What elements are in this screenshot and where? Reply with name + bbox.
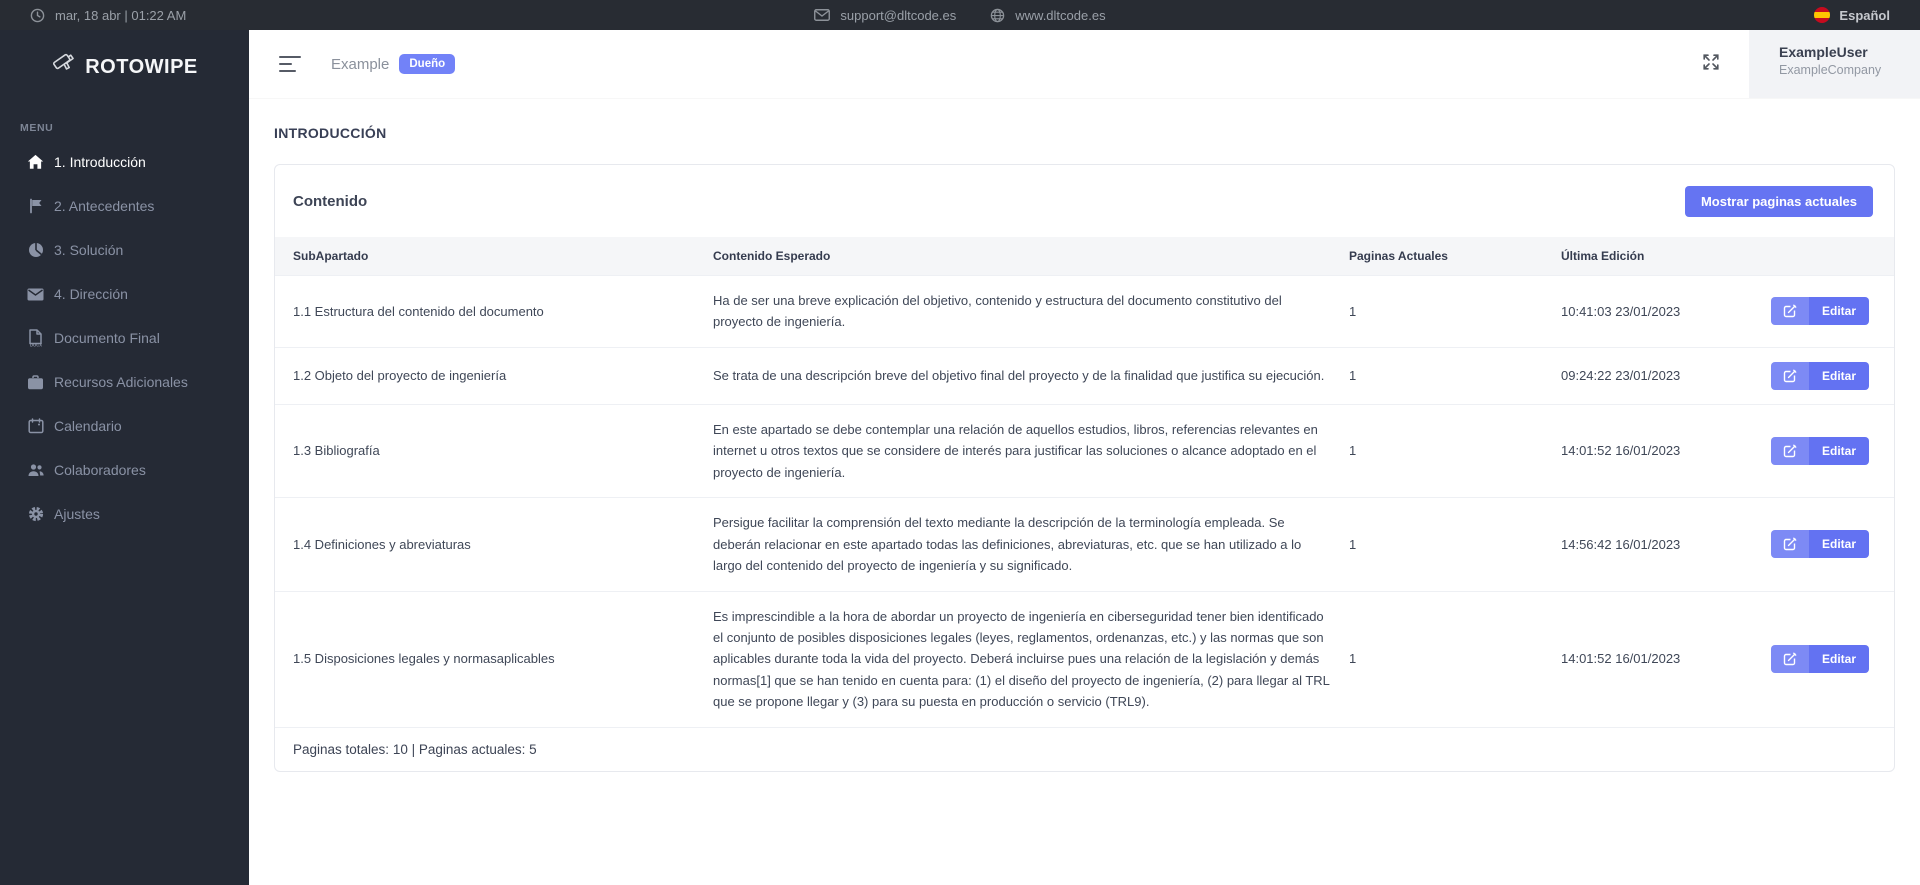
gear-icon bbox=[26, 506, 45, 522]
sidebar: ROTOWIPE MENU 1. Introducción 2. Anteced… bbox=[0, 30, 249, 885]
contenido-cell: En este apartado se debe contemplar una … bbox=[713, 421, 1318, 480]
column-header-paginas-actuales: Paginas Actuales bbox=[1349, 249, 1448, 263]
paginas-cell: 1 bbox=[1349, 536, 1357, 552]
sidebar-item-direccion[interactable]: 4. Dirección bbox=[0, 272, 249, 316]
topbar-website-text: www.dltcode.es bbox=[1015, 7, 1106, 23]
docx-file-icon: DOCX bbox=[26, 329, 45, 347]
sidebar-item-label: Documento Final bbox=[54, 330, 160, 346]
sidebar-item-label: Calendario bbox=[54, 418, 122, 434]
table-header: SubApartado Contenido Esperado Paginas A… bbox=[275, 237, 1895, 275]
paginas-cell: 1 bbox=[1349, 368, 1357, 384]
table-row: 1.3 Bibliografía En este apartado se deb… bbox=[275, 403, 1895, 497]
app-logo[interactable]: ROTOWIPE bbox=[0, 30, 249, 104]
paginas-cell: 1 bbox=[1349, 443, 1357, 459]
mail-icon bbox=[814, 9, 831, 21]
ultima-edicion-cell: 09:24:22 23/01/2023 bbox=[1561, 368, 1681, 384]
subapartado-cell: 1.2 Objeto del proyecto de ingeniería bbox=[293, 368, 507, 384]
edit-icon bbox=[1771, 645, 1809, 674]
spain-flag-icon bbox=[1814, 7, 1831, 23]
editar-button[interactable]: Editar bbox=[1771, 297, 1870, 326]
card-title: Contenido bbox=[293, 192, 368, 210]
home-icon bbox=[26, 154, 45, 170]
column-header-contenido-esperado: Contenido Esperado bbox=[713, 249, 831, 263]
show-current-pages-button[interactable]: Mostrar paginas actuales bbox=[1684, 185, 1874, 217]
app-logo-text: ROTOWIPE bbox=[85, 55, 198, 78]
role-badge: Dueño bbox=[399, 54, 456, 74]
editar-button[interactable]: Editar bbox=[1771, 361, 1870, 390]
subapartado-cell: 1.5 Disposiciones legales y normasaplica… bbox=[293, 651, 555, 667]
topbar-website[interactable]: www.dltcode.es bbox=[990, 7, 1106, 23]
topbar: mar, 18 abr | 01:22 AM support@dltcode.e… bbox=[0, 0, 1920, 30]
subapartado-cell: 1.1 Estructura del contenido del documen… bbox=[293, 303, 544, 319]
content-card: Contenido Mostrar paginas actuales SubAp… bbox=[274, 164, 1896, 772]
contenido-cell: Se trata de una descripción breve del ob… bbox=[713, 368, 1325, 384]
sidebar-nav: 1. Introducción 2. Antecedentes 3. Soluc… bbox=[0, 140, 249, 536]
table-row: 1.4 Definiciones y abreviaturas Persigue… bbox=[275, 497, 1895, 590]
project-name: Example bbox=[331, 55, 390, 73]
sidebar-item-label: Recursos Adicionales bbox=[54, 374, 188, 390]
edit-icon bbox=[1771, 437, 1809, 466]
table-row: 1.5 Disposiciones legales y normasaplica… bbox=[275, 590, 1895, 727]
sidebar-item-label: Ajustes bbox=[54, 506, 100, 522]
column-header-subapartado: SubApartado bbox=[293, 249, 369, 263]
subapartado-cell: 1.4 Definiciones y abreviaturas bbox=[293, 536, 471, 552]
paint-roller-icon bbox=[51, 51, 77, 84]
subapartado-cell: 1.3 Bibliografía bbox=[293, 443, 380, 459]
language-selector[interactable]: Español bbox=[1814, 7, 1920, 23]
editar-button[interactable]: Editar bbox=[1771, 530, 1870, 559]
calendar-icon bbox=[26, 418, 45, 434]
sidebar-item-colaboradores[interactable]: Colaboradores bbox=[0, 448, 249, 492]
ultima-edicion-cell: 14:01:52 16/01/2023 bbox=[1561, 651, 1681, 667]
contenido-cell: Es imprescindible a la hora de abordar u… bbox=[713, 608, 1330, 710]
sidebar-item-label: 2. Antecedentes bbox=[54, 198, 155, 214]
paginas-cell: 1 bbox=[1349, 651, 1357, 667]
sidebar-item-label: 4. Dirección bbox=[54, 286, 128, 302]
main-header: Example Dueño ExampleUser ExampleCompany bbox=[249, 30, 1920, 98]
paginas-cell: 1 bbox=[1349, 303, 1357, 319]
topbar-datetime: mar, 18 abr | 01:22 AM bbox=[55, 7, 187, 23]
mail-icon bbox=[26, 288, 45, 301]
sidebar-item-label: 3. Solución bbox=[54, 242, 124, 258]
sidebar-item-antecedentes[interactable]: 2. Antecedentes bbox=[0, 184, 249, 228]
briefcase-icon bbox=[26, 374, 45, 390]
clock-icon bbox=[30, 8, 45, 23]
sidebar-item-documento-final[interactable]: DOCX Documento Final bbox=[0, 316, 249, 360]
globe-icon bbox=[990, 8, 1005, 23]
edit-icon bbox=[1771, 530, 1809, 559]
sidebar-item-label: Colaboradores bbox=[54, 462, 146, 478]
flag-icon bbox=[26, 198, 45, 214]
pie-chart-icon bbox=[26, 242, 45, 258]
people-icon bbox=[26, 463, 45, 477]
topbar-email[interactable]: support@dltcode.es bbox=[814, 8, 956, 23]
svg-text:DOCX: DOCX bbox=[30, 343, 42, 348]
ultima-edicion-cell: 14:56:42 16/01/2023 bbox=[1561, 536, 1681, 552]
editar-button[interactable]: Editar bbox=[1771, 437, 1870, 466]
user-company: ExampleCompany bbox=[1779, 63, 1882, 77]
language-label: Español bbox=[1839, 7, 1890, 23]
table-row: 1.2 Objeto del proyecto de ingeniería Se… bbox=[275, 346, 1895, 404]
page-title: INTRODUCCIÓN bbox=[274, 125, 387, 141]
ultima-edicion-cell: 14:01:52 16/01/2023 bbox=[1561, 443, 1681, 459]
sidebar-item-solucion[interactable]: 3. Solución bbox=[0, 228, 249, 272]
contenido-cell: Persigue facilitar la comprensión del te… bbox=[713, 515, 1302, 574]
menu-section-label: MENU bbox=[20, 122, 54, 134]
sidebar-item-label: 1. Introducción bbox=[54, 154, 146, 170]
pages-summary: Paginas totales: 10 | Paginas actuales: … bbox=[275, 726, 1895, 771]
sidebar-item-ajustes[interactable]: Ajustes bbox=[0, 492, 249, 536]
column-header-ultima-edicion: Última Edición bbox=[1561, 249, 1645, 263]
user-panel[interactable]: ExampleUser ExampleCompany bbox=[1749, 30, 1920, 98]
user-name: ExampleUser bbox=[1779, 44, 1868, 60]
contenido-cell: Ha de ser una breve explicación del obje… bbox=[713, 293, 1282, 330]
sidebar-item-calendario[interactable]: Calendario bbox=[0, 404, 249, 448]
edit-icon bbox=[1771, 361, 1809, 390]
sidebar-item-recursos-adicionales[interactable]: Recursos Adicionales bbox=[0, 360, 249, 404]
fullscreen-icon[interactable] bbox=[1701, 52, 1721, 77]
topbar-email-text: support@dltcode.es bbox=[840, 7, 957, 23]
editar-button[interactable]: Editar bbox=[1771, 645, 1870, 674]
edit-icon bbox=[1771, 297, 1809, 326]
table-row: 1.1 Estructura del contenido del documen… bbox=[275, 275, 1895, 347]
sidebar-item-introduccion[interactable]: 1. Introducción bbox=[0, 140, 249, 184]
ultima-edicion-cell: 10:41:03 23/01/2023 bbox=[1561, 303, 1681, 319]
hamburger-menu-icon[interactable] bbox=[279, 56, 301, 72]
